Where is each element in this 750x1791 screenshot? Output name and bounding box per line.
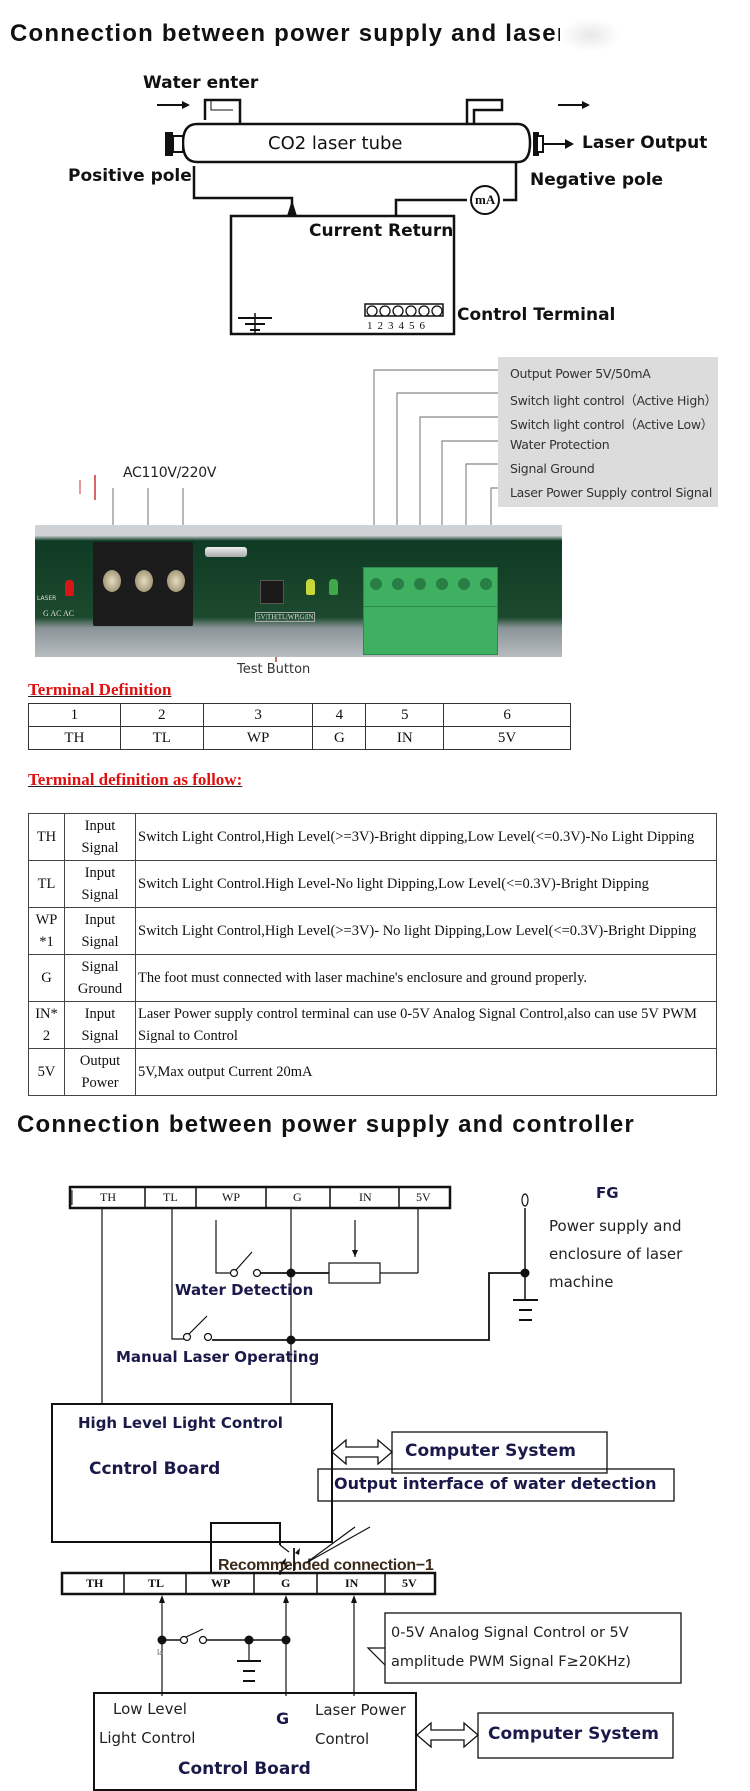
computer-system-label-2: Computer System — [488, 1724, 659, 1744]
term-g-2: G — [281, 1576, 291, 1590]
term-in-2: IN — [345, 1576, 359, 1590]
term-wp-2: WP — [211, 1576, 231, 1590]
small-annotation: la — [157, 1648, 163, 1657]
term-5v-2: 5V — [402, 1576, 417, 1590]
term-th-2: TH — [86, 1576, 104, 1590]
signal-note-line: 0-5V Analog Signal Control or 5V — [391, 1625, 629, 1641]
signal-note-line: amplitude PWM Signal F≥20KHz) — [391, 1654, 631, 1670]
laser-power-label-1: Laser Power — [315, 1701, 406, 1719]
low-level-label-1: Low Level — [113, 1700, 187, 1718]
term-tl-2: TL — [148, 1576, 165, 1590]
signal-note: 0-5V Analog Signal Control or 5V amplitu… — [391, 1619, 631, 1677]
g-label: G — [276, 1709, 290, 1728]
control-board-label-2: Control Board — [178, 1759, 311, 1779]
output-interface-label: Output interface of water detection — [334, 1474, 657, 1493]
laser-power-label-2: Control — [315, 1730, 370, 1748]
controller-wiring-diagram-2 — [60, 1468, 682, 1791]
low-level-label-2: Light Control — [99, 1729, 196, 1747]
